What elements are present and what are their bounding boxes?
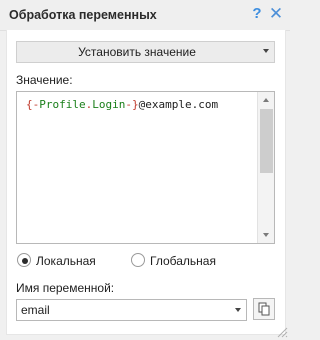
- radio-selected-dot: [22, 258, 28, 264]
- chevron-down-icon: [263, 49, 269, 53]
- token-var-part2: Login: [92, 98, 126, 111]
- variable-name-value: email: [21, 303, 50, 317]
- variable-name-label: Имя переменной:: [16, 281, 115, 295]
- token-brace-open: {-: [26, 98, 40, 111]
- value-text: {-Profile.Login-}@example.com: [26, 98, 218, 111]
- radio-local-label: Локальная: [36, 254, 96, 268]
- vertical-scrollbar[interactable]: [257, 92, 274, 243]
- scroll-thumb[interactable]: [260, 109, 273, 173]
- title-bar: Обработка переменных ? ✕: [0, 0, 290, 31]
- radio-local-circle[interactable]: [17, 253, 31, 267]
- token-var-part1: Profile: [39, 98, 86, 111]
- variable-name-combobox[interactable]: email: [16, 299, 247, 321]
- scroll-up-arrow-icon[interactable]: [263, 98, 269, 102]
- resize-grip-icon[interactable]: [276, 326, 288, 338]
- close-icon[interactable]: ✕: [268, 5, 284, 23]
- action-dropdown[interactable]: Установить значение: [16, 41, 275, 63]
- radio-global-label: Глобальная: [150, 254, 216, 268]
- chevron-down-icon[interactable]: [235, 308, 241, 312]
- scroll-down-arrow-icon[interactable]: [263, 233, 269, 237]
- token-brace-close: -}: [125, 98, 139, 111]
- value-textarea[interactable]: {-Profile.Login-}@example.com: [16, 91, 275, 244]
- value-label: Значение:: [16, 73, 73, 87]
- window-title: Обработка переменных: [9, 8, 157, 22]
- copy-icon: [258, 302, 270, 316]
- copy-button[interactable]: [253, 298, 275, 320]
- radio-global-circle[interactable]: [131, 253, 145, 267]
- token-suffix: @example.com: [138, 98, 219, 111]
- help-icon[interactable]: ?: [250, 5, 264, 23]
- action-dropdown-value: Установить значение: [78, 45, 196, 59]
